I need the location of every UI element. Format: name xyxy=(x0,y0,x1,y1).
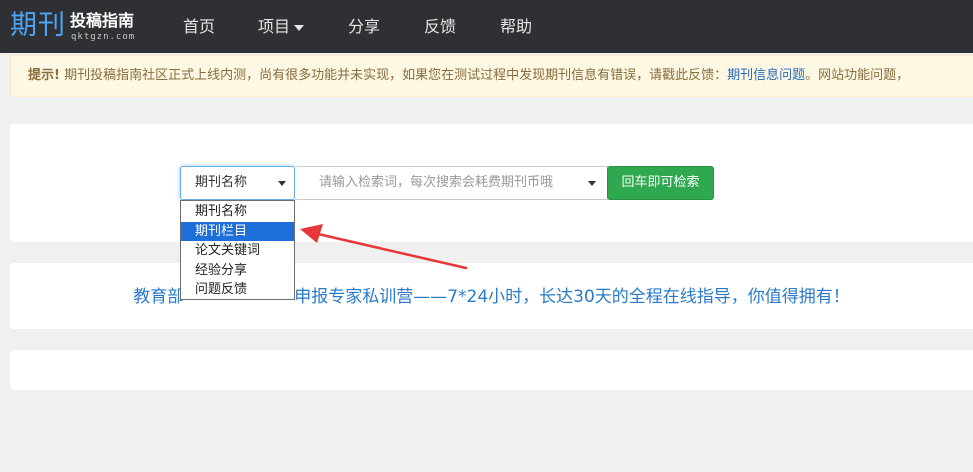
logo[interactable]: 期刊 xyxy=(10,11,66,41)
nav-item-label: 帮助 xyxy=(500,17,533,36)
dropdown-option[interactable]: 问题反馈 xyxy=(181,280,294,300)
nav-item-label: 反馈 xyxy=(424,17,457,36)
promo-text-left: 教育部 xyxy=(133,287,185,307)
nav-item-label: 首页 xyxy=(183,17,216,36)
search-type-select[interactable]: 期刊名称 xyxy=(180,166,295,200)
navbar: 期刊 投稿指南 qktgzn.com 首页 项目 分享 反馈 帮助 xyxy=(0,0,973,53)
search-placeholder: 请输入检索词，每次搜索会耗费期刊币哦 xyxy=(319,175,554,190)
caret-down-icon xyxy=(278,181,286,186)
promo-link[interactable]: 教育部 申报专家私训营——7*24小时，长达30天的全程在线指导，你值得拥有！ xyxy=(10,285,973,309)
nav-item-label: 项目 xyxy=(258,17,291,36)
notice-link[interactable]: 期刊信息问题 xyxy=(727,68,805,83)
nav-item-label: 分享 xyxy=(348,17,381,36)
search-input[interactable]: 请输入检索词，每次搜索会耗费期刊币哦 xyxy=(295,166,608,200)
logo-domain: qktgzn.com xyxy=(71,32,136,42)
dropdown-option[interactable]: 经验分享 xyxy=(181,261,294,281)
promo-text-right: 申报专家私训营——7*24小时，长达30天的全程在线指导，你值得拥有！ xyxy=(294,287,850,307)
notice-text: 期刊投稿指南社区正式上线内测，尚有很多功能并未实现，如果您在测试过程中发现期刊信… xyxy=(59,68,728,83)
nav-item-share[interactable]: 分享 xyxy=(348,0,380,53)
dropdown-option[interactable]: 论文关键词 xyxy=(181,241,294,261)
empty-panel xyxy=(10,350,973,390)
search-type-dropdown: 期刊名称 期刊栏目 论文关键词 经验分享 问题反馈 xyxy=(180,200,295,300)
search-button[interactable]: 回车即可检索 xyxy=(607,166,714,200)
dropdown-option[interactable]: 期刊名称 xyxy=(181,202,294,222)
logo-subtitle[interactable]: 投稿指南 xyxy=(70,12,134,30)
search-type-value: 期刊名称 xyxy=(195,175,248,190)
dropdown-option-selected[interactable]: 期刊栏目 xyxy=(181,221,294,241)
nav-item-feedback[interactable]: 反馈 xyxy=(424,0,456,53)
caret-down-icon xyxy=(294,24,305,31)
notice-prefix: 提示! xyxy=(28,68,60,83)
caret-down-icon[interactable] xyxy=(588,181,596,186)
notice-banner: 提示! 期刊投稿指南社区正式上线内测，尚有很多功能并未实现，如果您在测试过程中发… xyxy=(10,55,973,97)
nav-item-home[interactable]: 首页 xyxy=(183,0,215,53)
notice-suffix: 。网站功能问题， xyxy=(805,68,910,83)
nav-item-projects[interactable]: 项目 xyxy=(258,0,305,53)
nav-item-help[interactable]: 帮助 xyxy=(500,0,532,53)
